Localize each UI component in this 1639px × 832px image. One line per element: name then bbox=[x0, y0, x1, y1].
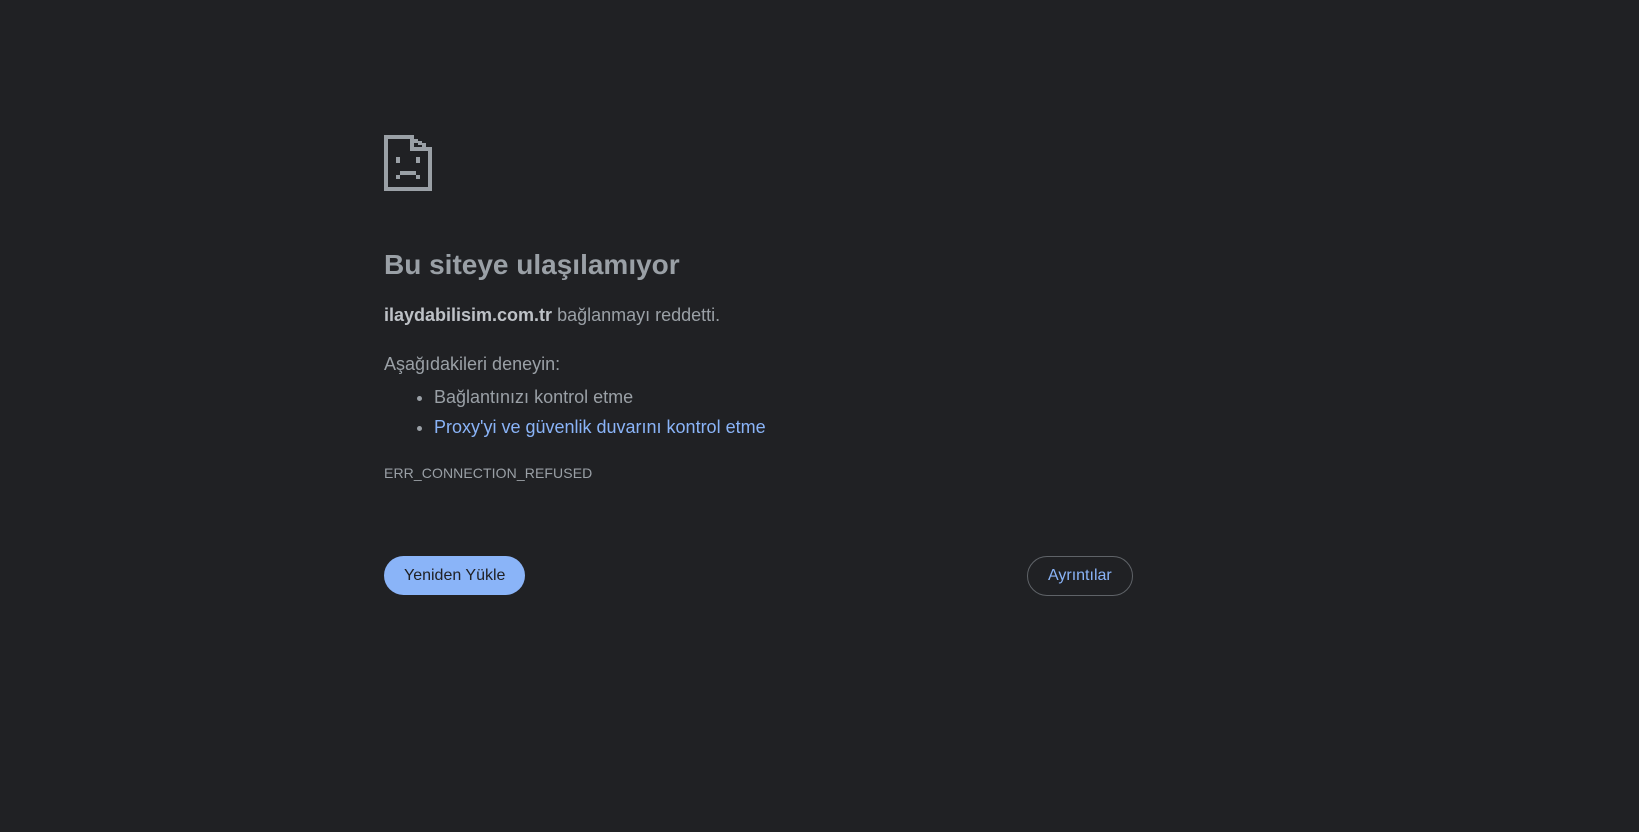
error-page: Bu siteye ulaşılamıyor ilaydabilisim.com… bbox=[0, 0, 1639, 832]
error-content: Bu siteye ulaşılamıyor ilaydabilisim.com… bbox=[384, 135, 1134, 482]
suggestion-check-connection: Bağlantınızı kontrol etme bbox=[434, 382, 1134, 412]
suggestions-heading: Aşağıdakileri deneyin: bbox=[384, 354, 561, 374]
suggestions-list: Bağlantınızı kontrol etme Proxy'yi ve gü… bbox=[384, 382, 1134, 442]
error-summary-text: bağlanmayı reddetti. bbox=[552, 305, 721, 325]
error-summary: ilaydabilisim.com.tr bağlanmayı reddetti… bbox=[384, 303, 1134, 327]
suggestion-check-proxy-firewall: Proxy'yi ve güvenlik duvarını kontrol et… bbox=[434, 412, 1134, 442]
reload-button[interactable]: Yeniden Yükle bbox=[384, 556, 526, 595]
proxy-firewall-link[interactable]: Proxy'yi ve güvenlik duvarını kontrol et… bbox=[434, 417, 766, 437]
sad-document-icon bbox=[384, 135, 432, 191]
error-title: Bu siteye ulaşılamıyor bbox=[384, 249, 680, 280]
details-button[interactable]: Ayrıntılar bbox=[1027, 556, 1133, 596]
error-host: ilaydabilisim.com.tr bbox=[384, 305, 553, 325]
error-code: ERR_CONNECTION_REFUSED bbox=[384, 465, 593, 481]
